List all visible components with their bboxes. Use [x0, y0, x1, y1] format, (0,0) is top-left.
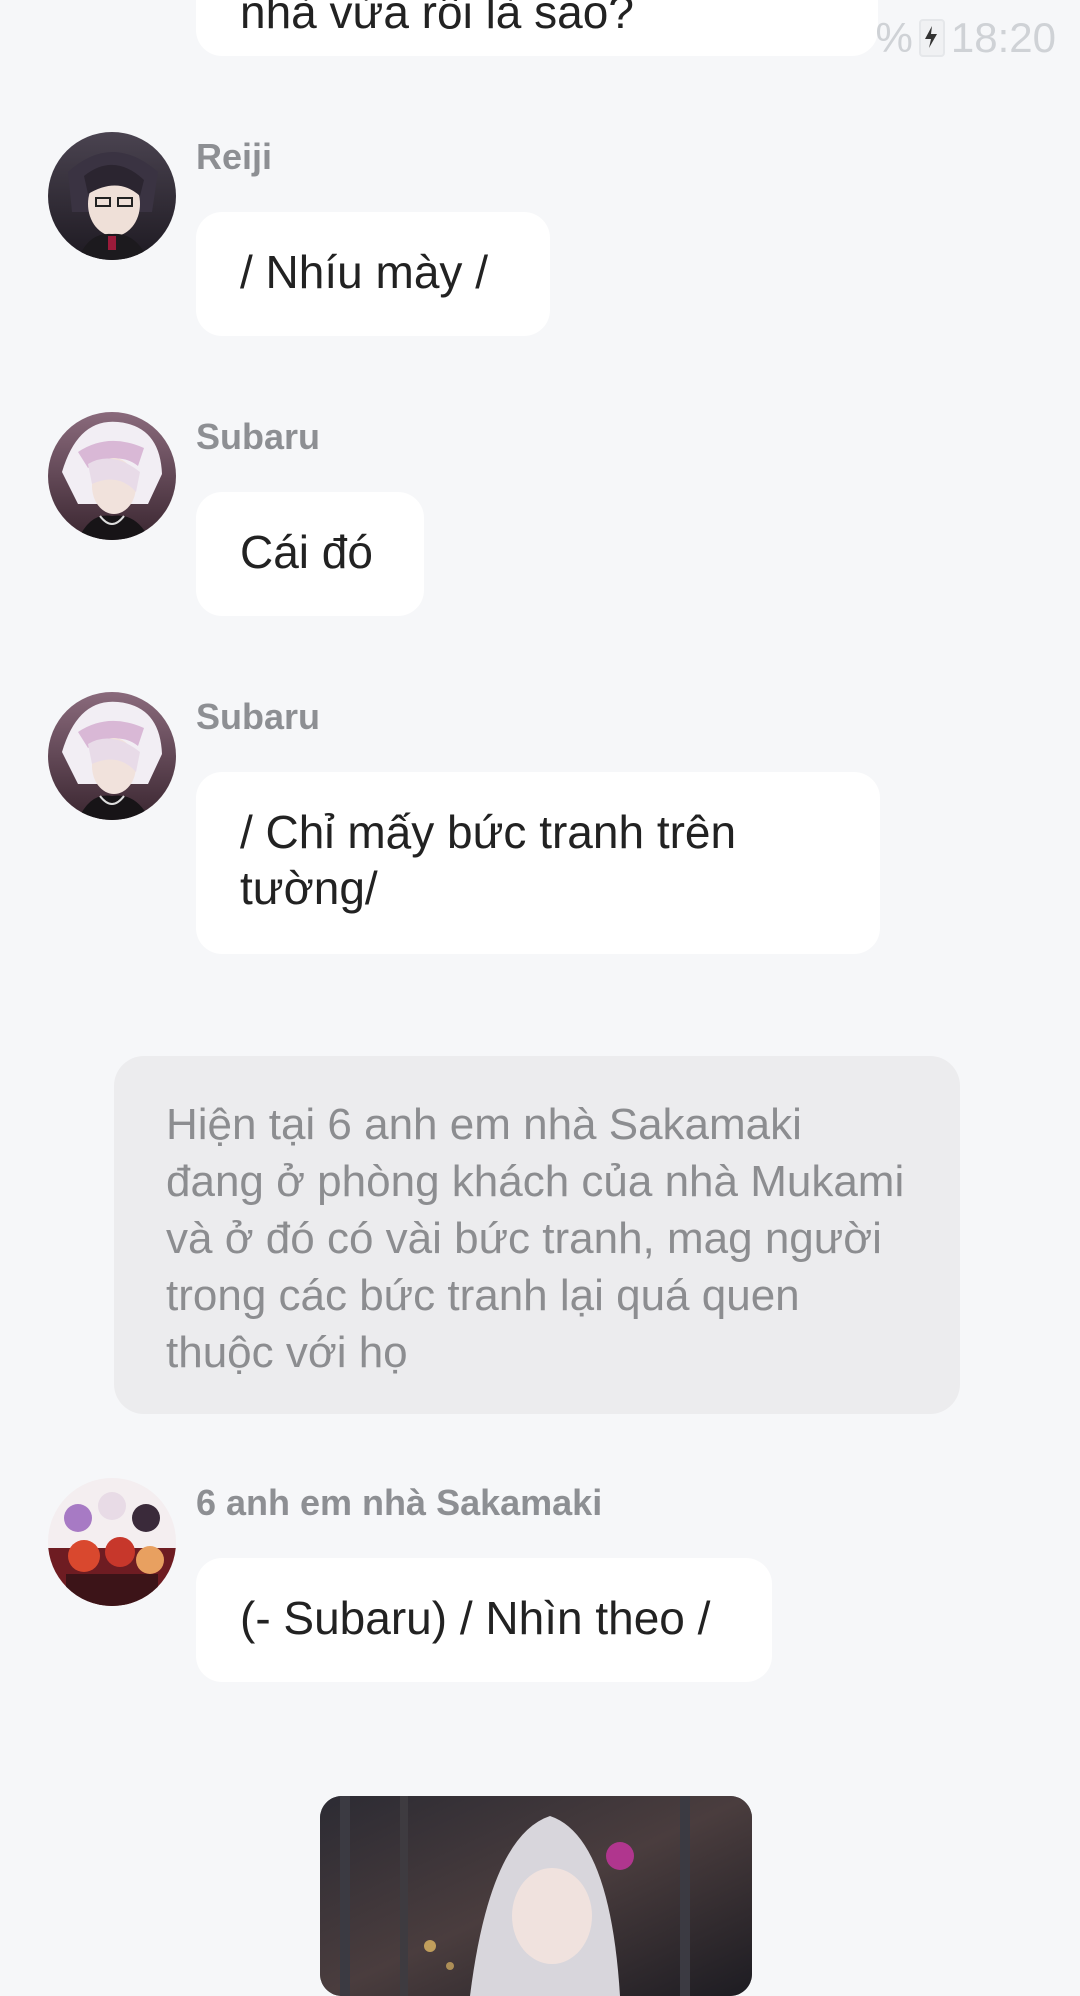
subaru-avatar-image	[48, 692, 176, 820]
message-bubble[interactable]: nhà vừa rồi là sao?	[196, 0, 878, 56]
sender-name: Subaru	[196, 416, 321, 457]
message-text: nhà vừa rồi là sao?	[240, 0, 634, 38]
message-text: (- Subaru) / Nhìn theo /	[240, 1592, 711, 1644]
attachment-image	[320, 1796, 752, 1996]
status-bar: % 18:20	[876, 14, 1056, 62]
message-text: Cái đó	[240, 526, 373, 578]
narration-box: Hiện tại 6 anh em nhà Sakamaki đang ở ph…	[114, 1056, 960, 1414]
battery-icon	[918, 19, 945, 57]
image-attachment[interactable]	[320, 1796, 752, 1996]
reiji-avatar-image	[48, 132, 176, 260]
message-bubble[interactable]: / Nhíu mày /	[196, 212, 550, 336]
avatar-group[interactable]	[48, 1478, 176, 1606]
narration-text: Hiện tại 6 anh em nhà Sakamaki đang ở ph…	[166, 1100, 905, 1377]
charging-bolt-icon	[924, 26, 937, 48]
battery-percent: %	[875, 14, 913, 61]
sender-name: Reiji	[196, 136, 273, 177]
avatar-subaru[interactable]	[48, 692, 176, 820]
message-text: / Chỉ mấy bức tranh trên tường/	[240, 806, 737, 914]
avatar-subaru[interactable]	[48, 412, 176, 540]
subaru-avatar-image	[48, 412, 176, 540]
sender-name: Subaru	[196, 696, 321, 737]
message-text: / Nhíu mày /	[240, 246, 488, 298]
message-bubble[interactable]: / Chỉ mấy bức tranh trên tường/	[196, 772, 880, 954]
message-bubble[interactable]: (- Subaru) / Nhìn theo /	[196, 1558, 772, 1682]
clock: 18:20	[950, 14, 1056, 61]
avatar-reiji[interactable]	[48, 132, 176, 260]
sender-name: 6 anh em nhà Sakamaki	[196, 1482, 603, 1523]
group-avatar-image	[48, 1478, 176, 1606]
message-bubble[interactable]: Cái đó	[196, 492, 424, 616]
